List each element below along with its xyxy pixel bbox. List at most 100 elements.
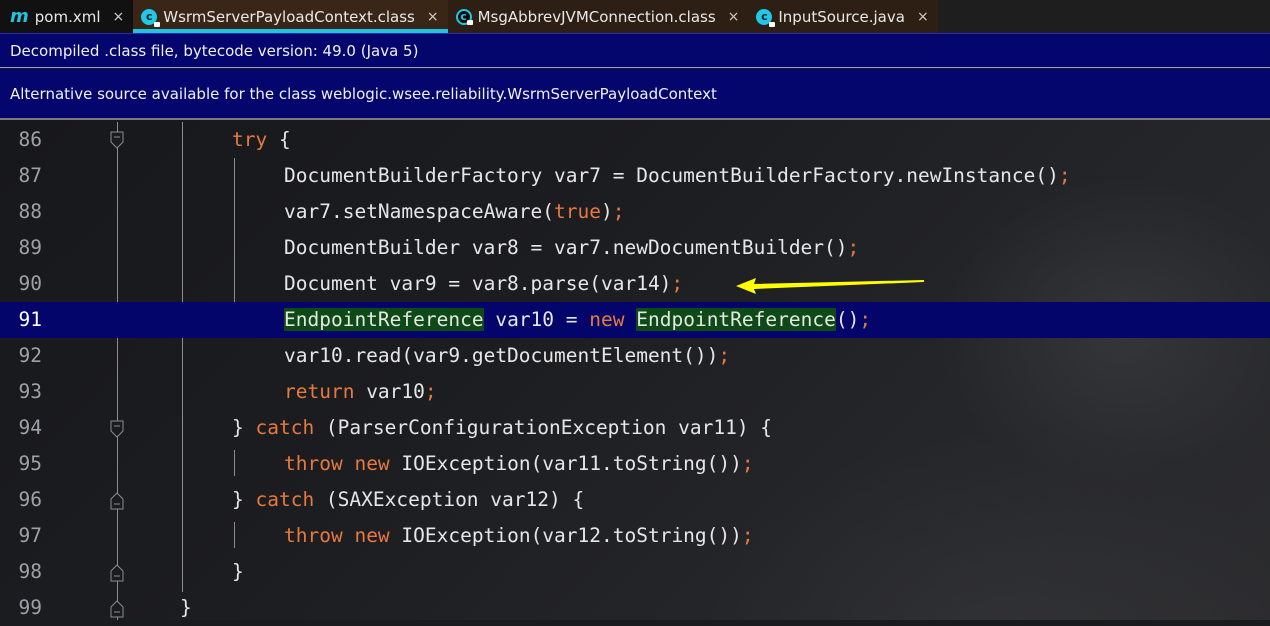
code-token: (SAXException var12) {	[314, 488, 585, 511]
line-number[interactable]: 98	[0, 554, 42, 590]
line-number[interactable]: 94	[0, 410, 42, 446]
code-line[interactable]: 92 var10.read(var9.getDocumentElement());	[0, 338, 1270, 374]
code-text: var10.read(var9.getDocumentElement());	[284, 338, 730, 374]
code-token: ;	[859, 308, 872, 331]
line-number[interactable]: 90	[0, 266, 42, 302]
code-line[interactable]: 87 DocumentBuilderFactory var7 = Document…	[0, 158, 1270, 194]
keyword-token: new	[354, 524, 390, 547]
code-text: try {	[232, 122, 291, 158]
code-line[interactable]: 89 DocumentBuilder var8 = var7.newDocumen…	[0, 230, 1270, 266]
code-token: }	[232, 488, 256, 511]
code-text: Document var9 = var8.parse(var14);	[284, 266, 683, 302]
editor-tab-bar: m pom.xml × c WsrmServerPayloadContext.c…	[0, 0, 1270, 34]
code-token: var7.setNamespaceAware(	[284, 200, 555, 223]
line-number[interactable]: 93	[0, 374, 42, 410]
highlighted-identifier: EndpointReference	[636, 308, 836, 331]
line-number[interactable]: 95	[0, 446, 42, 482]
code-line[interactable]: 88 var7.setNamespaceAware(true);	[0, 194, 1270, 230]
yellow-arrow-annotation	[736, 278, 924, 294]
lock-icon	[466, 19, 473, 25]
tab-label: MsgAbbrevJVMConnection.class	[477, 7, 716, 26]
code-line[interactable]: 96} catch (SAXException var12) {	[0, 482, 1270, 518]
code-text: throw new IOException(var11.toString());	[284, 446, 754, 482]
code-text: throw new IOException(var12.toString());	[284, 518, 754, 554]
code-text: EndpointReference var10 = new EndpointRe…	[284, 302, 871, 338]
close-icon[interactable]: ×	[728, 9, 740, 25]
class-c-icon: c	[756, 8, 776, 27]
code-token: var10	[354, 380, 425, 403]
class-c-icon: c	[455, 8, 473, 25]
keyword-token: new	[354, 452, 390, 475]
code-text: }	[232, 554, 244, 590]
code-line[interactable]: 94} catch (ParserConfigurationException …	[0, 410, 1270, 446]
code-line[interactable]: 98}	[0, 554, 1270, 590]
fold-end-icon[interactable]	[110, 600, 124, 618]
code-token: Document var9 = var8.parse(var14)	[284, 272, 672, 295]
code-line[interactable]: 86 try {	[0, 122, 1270, 158]
code-token: DocumentBuilder var8 = var7.newDocumentB…	[284, 236, 848, 259]
tab-msg-abbrev-jvm-connection[interactable]: c MsgAbbrevJVMConnection.class ×	[447, 0, 749, 33]
fold-end-icon[interactable]	[110, 564, 124, 582]
code-line[interactable]: 95 throw new IOException(var11.toString()…	[0, 446, 1270, 482]
code-token: ;	[847, 236, 860, 259]
line-number[interactable]: 87	[0, 158, 42, 194]
keyword-token: new	[589, 308, 625, 331]
code-text: } catch (ParserConfigurationException va…	[232, 410, 772, 446]
fold-end-icon[interactable]	[110, 492, 124, 510]
keyword-token: throw	[284, 524, 343, 547]
code-line[interactable]: 99}	[0, 590, 1270, 626]
keyword-token: return	[284, 380, 355, 403]
lock-icon	[769, 21, 776, 27]
line-number[interactable]: 89	[0, 230, 42, 266]
code-text: DocumentBuilderFactory var7 = DocumentBu…	[284, 158, 1071, 194]
code-text: return var10;	[284, 374, 437, 410]
code-line[interactable]: 90 Document var9 = var8.parse(var14);	[0, 266, 1270, 302]
fold-collapse-icon[interactable]	[110, 131, 124, 149]
code-token: IOException(var12.toString())	[389, 524, 742, 547]
code-token: (ParserConfigurationException var11) {	[314, 416, 773, 439]
code-token: }	[180, 596, 192, 619]
tab-label: WsrmServerPayloadContext.class	[163, 7, 415, 26]
line-number[interactable]: 99	[0, 590, 42, 626]
code-editor[interactable]: 86 try { 87 DocumentBuilderFactory var7 = D…	[0, 122, 1270, 620]
code-line[interactable]: 93 return var10;	[0, 374, 1270, 410]
code-token: var10.read(var9.getDocumentElement())	[284, 344, 719, 367]
line-number[interactable]: 86	[0, 122, 42, 158]
tab-pom-xml[interactable]: m pom.xml ×	[0, 0, 134, 33]
code-token: IOException(var11.toString())	[389, 452, 742, 475]
line-number[interactable]: 88	[0, 194, 42, 230]
keyword-token: true	[554, 200, 601, 223]
code-line[interactable]: 97 throw new IOException(var12.toString()…	[0, 518, 1270, 554]
line-number[interactable]: 96	[0, 482, 42, 518]
code-token: {	[267, 128, 291, 151]
tab-wsrm-server-payload-context[interactable]: c WsrmServerPayloadContext.class ×	[133, 0, 448, 33]
close-icon[interactable]: ×	[427, 9, 439, 25]
keyword-token: catch	[255, 416, 315, 439]
class-c-icon: c	[141, 8, 161, 27]
code-line[interactable]: 91 EndpointReference var10 = new Endpoint…	[0, 302, 1270, 338]
tab-input-source[interactable]: c InputSource.java ×	[748, 0, 938, 33]
keyword-token: catch	[255, 488, 315, 511]
code-token: ;	[424, 380, 437, 403]
lock-icon	[154, 21, 161, 27]
code-token: )	[601, 200, 613, 223]
code-token: ()	[835, 308, 860, 331]
code-token: ;	[718, 344, 731, 367]
fold-collapse-icon[interactable]	[110, 420, 124, 438]
code-token: }	[232, 560, 244, 583]
code-text: }	[180, 590, 192, 626]
line-number[interactable]: 97	[0, 518, 42, 554]
alternative-source-banner: Alternative source available for the cla…	[0, 69, 1270, 120]
close-icon[interactable]: ×	[113, 9, 125, 25]
close-icon[interactable]: ×	[917, 9, 929, 25]
code-token: var10 =	[483, 308, 590, 331]
code-token: ;	[1058, 164, 1071, 187]
maven-m-icon: m	[10, 6, 29, 27]
keyword-token: throw	[284, 452, 343, 475]
line-number[interactable]: 92	[0, 338, 42, 374]
line-number[interactable]: 91	[0, 302, 42, 338]
code-token: }	[232, 416, 256, 439]
code-token: ;	[741, 452, 754, 475]
